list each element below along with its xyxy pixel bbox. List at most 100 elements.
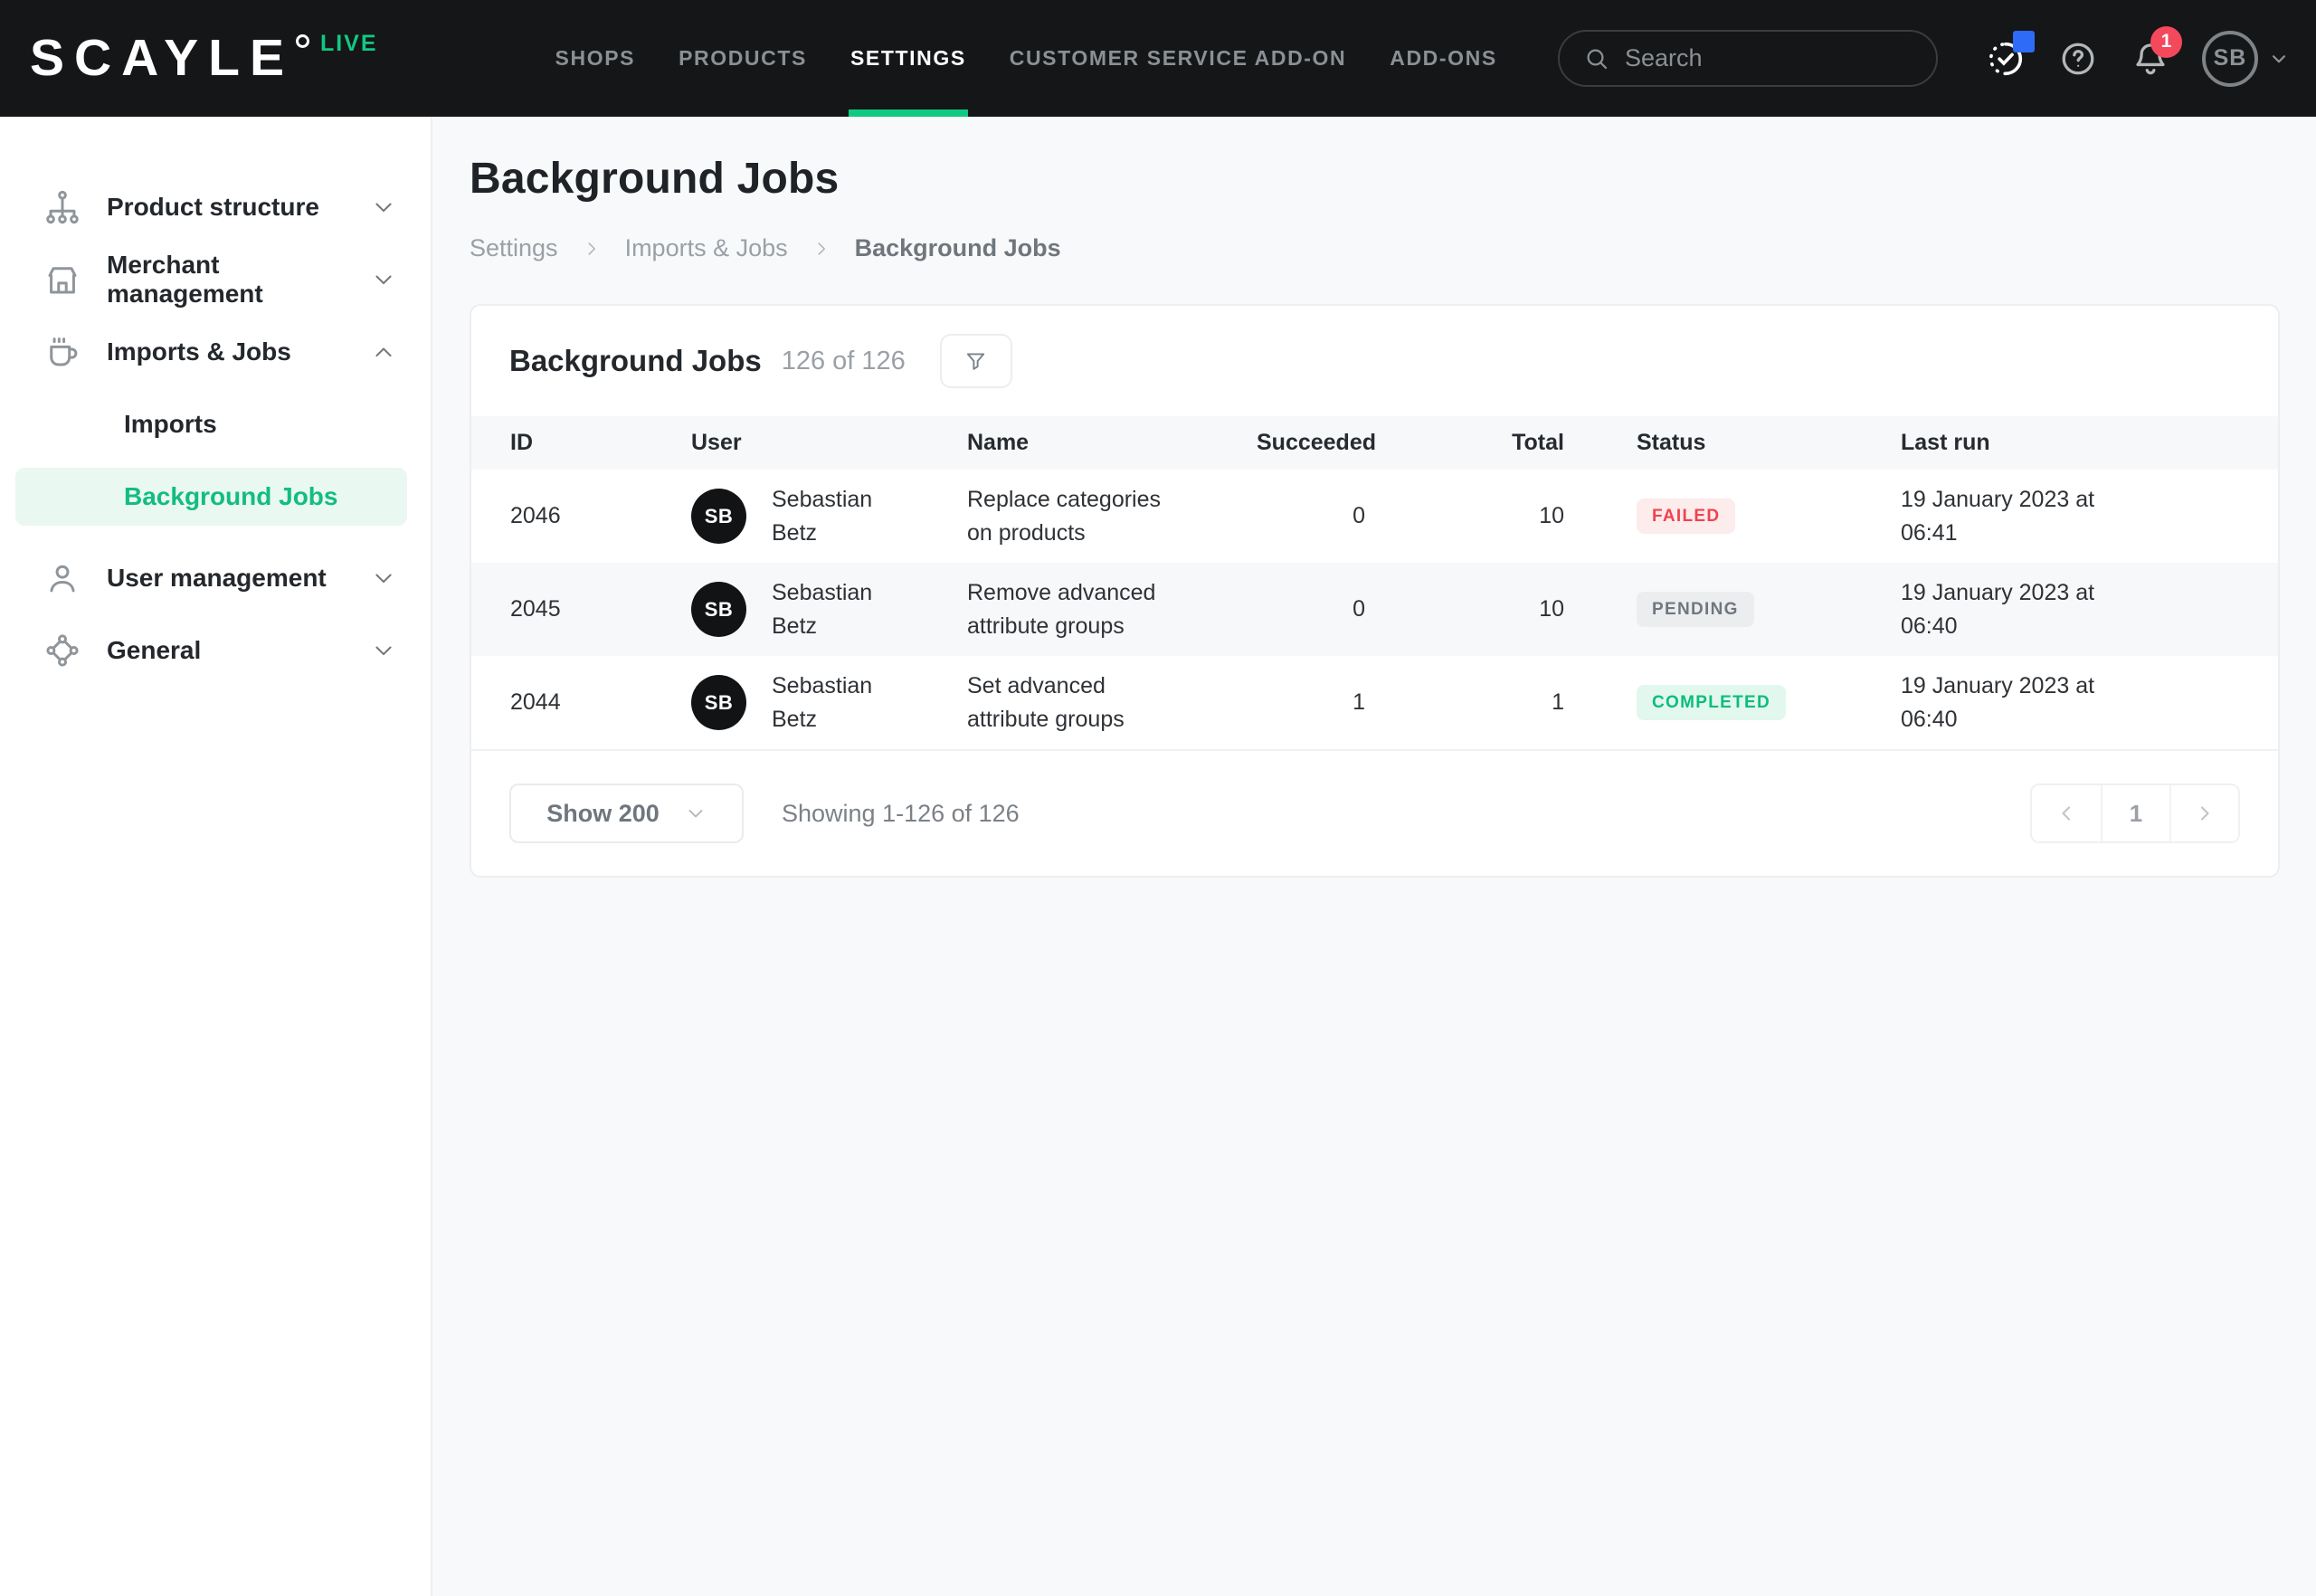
next-page-button[interactable] (2169, 785, 2238, 841)
table-body: 2046 SB Sebastian Betz Replace categories o… (471, 470, 2278, 749)
user-menu[interactable]: SB (2202, 31, 2289, 87)
column-header-total: Total (1365, 430, 1564, 456)
showing-label: Showing 1-126 of 126 (782, 800, 1020, 828)
job-name: Remove advanced attribute groups (967, 576, 1189, 642)
card-header: Background Jobs 126 of 126 (471, 306, 2278, 416)
cell-name: Set advanced attribute groups (967, 670, 1257, 736)
sidebar-item-imports[interactable]: Imports (0, 388, 431, 461)
nav-item-customer-service-add-on[interactable]: CUSTOMER SERVICE ADD-ON (988, 0, 1368, 117)
nav-item-products[interactable]: PRODUCTS (657, 0, 829, 117)
status-badge: PENDING (1637, 592, 1754, 627)
topbar: SCAYLE LIVE SHOPSPRODUCTSSETTINGSCUSTOME… (0, 0, 2316, 117)
store-icon (43, 261, 81, 299)
pagination: 1 (2030, 784, 2240, 843)
user-name: Sebastian Betz (772, 483, 889, 549)
table-row[interactable]: 2045SB Sebastian Betz Remove advanced attr… (471, 563, 2278, 656)
column-header-succeeded: Succeeded (1257, 430, 1365, 456)
funnel-icon (963, 349, 988, 374)
cell-succeeded: 1 (1257, 689, 1365, 716)
status-badge: FAILED (1637, 499, 1735, 534)
cell-succeeded: 0 (1257, 596, 1365, 622)
cell-succeeded: 0 (1257, 503, 1365, 529)
task-status-button[interactable] (1985, 38, 2026, 80)
sidebar-item-label: Product structure (107, 193, 371, 222)
column-header-user: User (691, 430, 967, 456)
breadcrumb-item-settings[interactable]: Settings (470, 234, 558, 262)
nav-item-add-ons[interactable]: ADD-ONS (1368, 0, 1519, 117)
search-box (1558, 30, 1938, 87)
logo-text: SCAYLE (30, 33, 294, 84)
avatar: SB (691, 675, 746, 730)
cell-id: 2045 (510, 596, 691, 622)
table-header: IDUserNameSucceededTotalStatusLast run (471, 416, 2278, 470)
sidebar-item-imports-jobs[interactable]: Imports & Jobs (0, 316, 431, 388)
prev-page-button[interactable] (2032, 785, 2101, 841)
nav-item-shops[interactable]: SHOPS (534, 0, 658, 117)
scayle-logo[interactable]: SCAYLE LIVE (30, 33, 378, 84)
card-title: Background Jobs (509, 344, 762, 378)
avatar: SB (691, 582, 746, 637)
cell-total: 10 (1365, 503, 1564, 529)
sidebar-item-merchant-management[interactable]: Merchant management (0, 243, 431, 316)
breadcrumb: Settings Imports & Jobs Background Jobs (470, 234, 2278, 262)
column-header-status: Status (1564, 430, 1901, 456)
user-name: Sebastian Betz (772, 576, 889, 642)
cell-name: Replace categories on products (967, 483, 1257, 549)
sidebar-item-label: User management (107, 564, 371, 593)
mug-icon (43, 333, 81, 371)
page-size-select[interactable]: Show 200 (509, 784, 744, 843)
filter-button[interactable] (940, 334, 1012, 388)
table-footer: Show 200 Showing 1-126 of 126 1 (471, 749, 2278, 876)
chevron-down-icon (371, 638, 396, 663)
breadcrumb-item-imports-jobs[interactable]: Imports & Jobs (625, 234, 788, 262)
cell-id: 2046 (510, 503, 691, 529)
search-icon (1583, 45, 1610, 72)
hierarchy-icon (43, 188, 81, 226)
cell-last-run: 19 January 2023 at 06:41 (1901, 483, 2240, 549)
cell-status: FAILED (1564, 499, 1901, 534)
sidebar-item-label: Imports & Jobs (107, 337, 371, 366)
chevron-left-icon (2055, 803, 2077, 824)
chevron-down-icon (371, 195, 396, 220)
main-content: Background Jobs Settings Imports & Jobs Ba… (432, 117, 2316, 1596)
table-row[interactable]: 2044SB Sebastian Betz Set advanced attribu… (471, 656, 2278, 749)
notifications-button[interactable]: 1 (2130, 38, 2171, 80)
chevron-right-icon (582, 239, 602, 259)
user-name: Sebastian Betz (772, 670, 889, 736)
chevron-down-icon (371, 565, 396, 591)
cell-total: 1 (1365, 689, 1564, 716)
logo-mark-icon (296, 34, 309, 48)
table-row[interactable]: 2046SBSebastian BetzReplace categories o… (471, 470, 2278, 563)
cell-name: Remove advanced attribute groups (967, 576, 1257, 642)
sidebar-item-background-jobs[interactable]: Background Jobs (15, 468, 407, 526)
last-run-value: 19 January 2023 at 06:40 (1901, 576, 2102, 642)
chevron-right-icon (2194, 803, 2216, 824)
topbar-right: 1 SB (1558, 30, 2289, 87)
current-page-button[interactable]: 1 (2101, 785, 2169, 841)
page-title: Background Jobs (470, 154, 2278, 204)
background-jobs-card: Background Jobs 126 of 126 IDUserNameSuc… (470, 304, 2280, 878)
last-run-value: 19 January 2023 at 06:41 (1901, 483, 2102, 549)
search-input[interactable] (1625, 44, 1913, 72)
chevron-up-icon (371, 339, 396, 365)
cell-id: 2044 (510, 689, 691, 716)
sidebar: Product structure Merchant management Impo… (0, 117, 432, 1596)
card-count: 126 of 126 (782, 347, 906, 376)
chevron-down-icon (2269, 49, 2289, 69)
last-run-value: 19 January 2023 at 06:40 (1901, 670, 2102, 736)
cell-user: SBSebastian Betz (691, 483, 967, 549)
sidebar-item-general[interactable]: General (0, 614, 431, 687)
sidebar-item-user-management[interactable]: User management (0, 542, 431, 614)
help-button[interactable] (2057, 38, 2099, 80)
job-name: Replace categories on products (967, 483, 1189, 549)
nav-item-settings[interactable]: SETTINGS (829, 0, 988, 117)
notification-count-badge: 1 (2150, 26, 2182, 58)
column-header-name: Name (967, 430, 1257, 456)
job-name: Set advanced attribute groups (967, 670, 1189, 736)
top-nav: SHOPSPRODUCTSSETTINGSCUSTOMER SERVICE AD… (534, 0, 1519, 117)
breadcrumb-item-background-jobs: Background Jobs (855, 234, 1061, 262)
live-badge: LIVE (320, 33, 378, 55)
chevron-down-icon (371, 267, 396, 292)
cell-user: SB Sebastian Betz (691, 670, 967, 736)
sidebar-item-product-structure[interactable]: Product structure (0, 171, 431, 243)
